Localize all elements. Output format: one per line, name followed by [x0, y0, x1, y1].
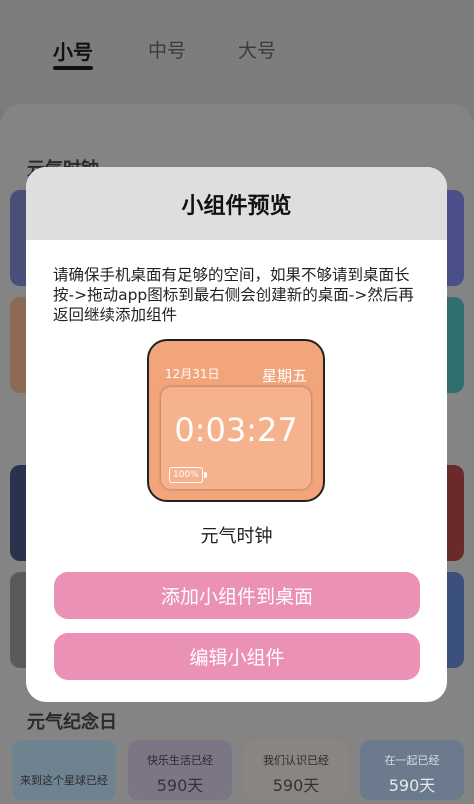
widget-clock-face: 0:03:27 100% [161, 387, 311, 489]
top-bar: 小号 中号 大号 [0, 0, 474, 110]
anniversary-card-text: 我们认识已经 [263, 754, 329, 767]
tab-large[interactable]: 大号 [238, 36, 276, 63]
tab-medium[interactable]: 中号 [148, 36, 186, 63]
anniversary-card-text: 来到这个星球已经 [20, 774, 108, 787]
anniversary-card-text: 快乐生活已经 [147, 754, 213, 767]
anniversary-card[interactable]: 来到这个星球已经 [12, 740, 116, 800]
battery-icon: 100% [169, 467, 207, 483]
anniversary-card[interactable]: 我们认识已经 590天 [244, 740, 348, 800]
widget-weekday: 星期五 [261, 367, 307, 385]
anniversary-card-value: 590天 [272, 776, 320, 795]
dialog-title: 小组件预览 [181, 193, 292, 219]
edit-widget-button[interactable]: 编辑小组件 [54, 633, 420, 680]
clock-widget-preview: 12月31日 星期五 0:03:27 100% [147, 339, 325, 502]
widget-date: 12月31日 [165, 367, 220, 381]
widget-time: 0:03:27 [174, 411, 298, 449]
anniversary-card-text: 在一起已经 [384, 754, 440, 767]
add-widget-button[interactable]: 添加小组件到桌面 [54, 572, 420, 619]
widget-name: 元气时钟 [200, 526, 273, 547]
tab-small[interactable]: 小号 [53, 36, 93, 65]
anniversary-card[interactable]: 在一起已经 590天 [360, 740, 464, 800]
widget-preview-dialog: 小组件预览 请确保手机桌面有足够的空间，如果不够请到桌面长按->拖动app图标到… [26, 167, 447, 702]
anniversary-card-value: 590天 [156, 776, 204, 795]
dialog-header: 小组件预览 [26, 167, 447, 240]
anniversary-card[interactable]: 快乐生活已经 590天 [128, 740, 232, 800]
anniversary-card-value: 590天 [388, 776, 436, 795]
dialog-description: 请确保手机桌面有足够的空间，如果不够请到桌面长按->拖动app图标到最右侧会创建… [53, 266, 414, 324]
active-tab-indicator [53, 66, 93, 70]
section-title-anniversary: 元气纪念日 [27, 712, 117, 733]
